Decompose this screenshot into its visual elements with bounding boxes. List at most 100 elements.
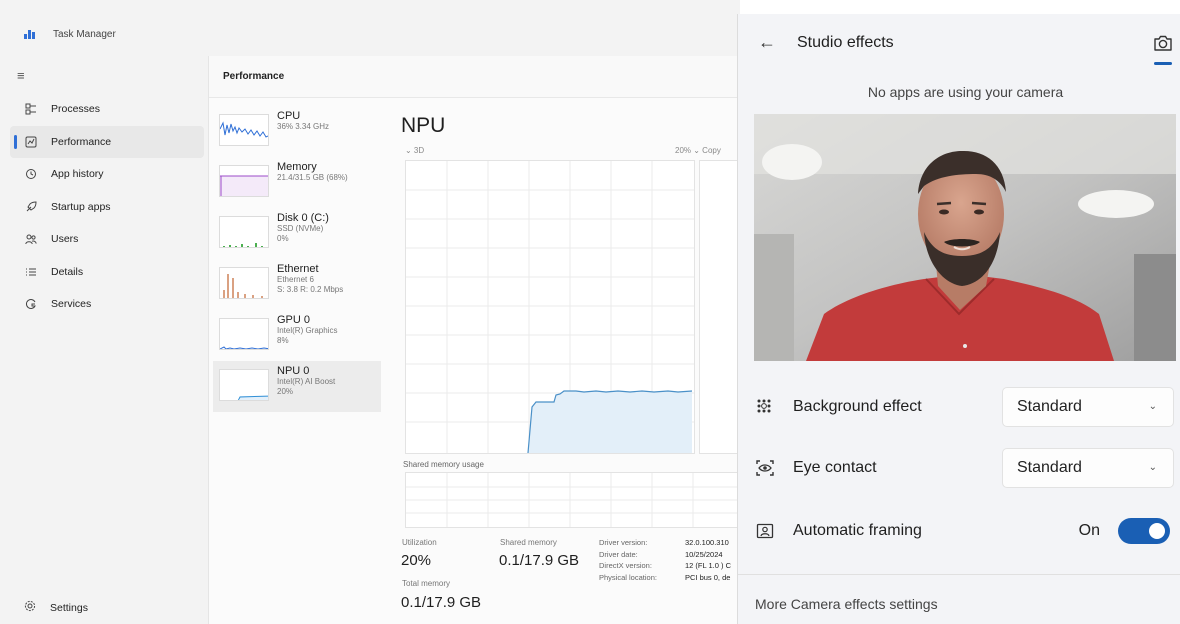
camera-tab-indicator (1154, 62, 1172, 65)
performance-icon (24, 135, 38, 149)
divider (738, 574, 1180, 575)
graph-copy-selector[interactable]: 20% ⌄ Copy (675, 146, 721, 155)
sidebar-item-label: Services (51, 298, 92, 311)
resource-sub1: Ethernet 6 (277, 275, 314, 284)
sidebar-nav: Processes Performance App history Startu… (10, 93, 204, 321)
page-title: Performance (209, 56, 740, 98)
app-history-icon (24, 167, 38, 181)
details-icon (24, 265, 38, 279)
sidebar-item-users[interactable]: Users (10, 223, 204, 256)
automatic-framing-row: Automatic framing On (754, 509, 1174, 553)
sidebar-item-label: Processes (51, 103, 101, 116)
camera-icon[interactable] (1152, 32, 1174, 54)
background-effect-label: Background effect (793, 398, 922, 415)
sidebar-item-app-history[interactable]: App history (10, 158, 204, 191)
title-bar: Task Manager (0, 14, 740, 54)
npu-thumbnail-graph (219, 369, 269, 401)
resource-item-npu[interactable]: NPU 0 Intel(R) AI Boost 20% (213, 361, 381, 412)
directx-version-value: 12 (FL 1.0 ) C (685, 561, 731, 570)
driver-date-label: Driver date: (599, 549, 638, 559)
resource-name: NPU 0 (277, 365, 310, 377)
gpu-thumbnail-graph (219, 318, 269, 350)
automatic-framing-icon (754, 520, 776, 542)
settings-label: Settings (50, 601, 88, 614)
total-memory-value: 0.1/17.9 GB (401, 594, 482, 611)
total-memory-label: Total memory (402, 579, 451, 588)
sidebar-item-label: Performance (51, 135, 112, 148)
window-title: Task Manager (53, 28, 116, 40)
resource-sub2: 8% (277, 336, 289, 345)
sidebar-item-label: Users (51, 233, 79, 246)
back-arrow-icon[interactable]: ← (758, 32, 776, 53)
automatic-framing-label: Automatic framing (793, 522, 922, 539)
background-effect-dropdown[interactable]: Standard ⌄ (1002, 387, 1174, 427)
processes-icon (24, 102, 38, 116)
detail-title: NPU (401, 114, 446, 137)
background-effect-row: Background effect Standard ⌄ (754, 385, 1174, 429)
shared-memory-usage-graph (405, 472, 740, 528)
background-effect-icon (754, 396, 776, 418)
memory-thumbnail-graph (219, 165, 269, 197)
studio-effects-header: ← Studio effects (738, 14, 1180, 74)
studio-effects-panel: ← Studio effects No apps are using your … (737, 14, 1180, 624)
eye-contact-label: Eye contact (793, 459, 877, 476)
settings-button[interactable]: Settings (24, 600, 88, 615)
sidebar-item-performance[interactable]: Performance (10, 125, 204, 158)
shared-memory-value: 0.1/17.9 GB (499, 552, 580, 569)
background-effect-value: Standard (1017, 398, 1082, 415)
eye-contact-icon (754, 457, 776, 479)
resource-item-ethernet[interactable]: Ethernet Ethernet 6 S: 3.8 R: 0.2 Mbps (213, 259, 381, 310)
physical-location-label: Physical location: (599, 572, 657, 582)
resource-sub2: 0% (277, 234, 289, 243)
ethernet-thumbnail-graph (219, 267, 269, 299)
toggle-knob (1149, 523, 1165, 539)
sidebar-item-label: Startup apps (51, 200, 111, 213)
sidebar-item-label: App history (51, 168, 104, 181)
resource-item-cpu[interactable]: CPU 36% 3.34 GHz (213, 106, 381, 157)
resource-sub1: Intel(R) AI Boost (277, 377, 336, 386)
resource-name: CPU (277, 110, 301, 122)
graph-engine-selector[interactable]: ⌄ 3D (405, 146, 424, 155)
resource-sub1: SSD (NVMe) (277, 224, 324, 233)
shared-memory-label: Shared memory (500, 538, 557, 547)
npu-copy-utilization-graph (699, 160, 740, 454)
automatic-framing-toggle[interactable] (1118, 518, 1170, 544)
driver-date-value: 10/25/2024 (685, 549, 723, 559)
sidebar-item-processes[interactable]: Processes (10, 93, 204, 126)
users-icon (24, 232, 38, 246)
panel-title: Studio effects (797, 34, 894, 51)
sidebar-item-startup-apps[interactable]: Startup apps (10, 191, 204, 224)
resource-name: GPU 0 (277, 314, 311, 326)
camera-preview (754, 114, 1176, 361)
task-manager-app-icon (24, 29, 37, 39)
resource-name: Disk 0 (C:) (277, 212, 329, 224)
resource-sub1: Intel(R) Graphics (277, 326, 338, 335)
resource-item-disk[interactable]: Disk 0 (C:) SSD (NVMe) 0% (213, 208, 381, 259)
hamburger-menu-icon[interactable]: ≡ (17, 68, 25, 83)
resource-sub2: 20% (277, 387, 294, 396)
sidebar-item-details[interactable]: Details (10, 256, 204, 289)
resource-item-memory[interactable]: Memory 21.4/31.5 GB (68%) (213, 157, 381, 208)
driver-info-labels: Driver version: Driver date: DirectX ver… (599, 537, 657, 583)
directx-version-label: DirectX version: (599, 561, 652, 570)
automatic-framing-state: On (1078, 522, 1100, 539)
resource-list: CPU 36% 3.34 GHz Memory 21.4/31.5 GB (68… (213, 106, 381, 412)
sidebar-item-services[interactable]: Services (10, 288, 204, 321)
driver-info-values: 32.0.100.310 10/25/2024 12 (FL 1.0 ) C P… (685, 537, 731, 583)
resource-sub2: S: 3.8 R: 0.2 Mbps (277, 285, 344, 294)
resource-sub1: 21.4/31.5 GB (68%) (277, 173, 348, 182)
resource-sub1: 36% 3.34 GHz (277, 122, 330, 131)
startup-apps-icon (24, 200, 38, 214)
eye-contact-dropdown[interactable]: Standard ⌄ (1002, 448, 1174, 488)
chevron-down-icon: ⌄ (1148, 462, 1157, 473)
camera-status-text: No apps are using your camera (867, 84, 1064, 100)
physical-location-value: PCI bus 0, de (685, 572, 731, 582)
resource-item-gpu[interactable]: GPU 0 Intel(R) Graphics 8% (213, 310, 381, 361)
shared-memory-usage-label: Shared memory usage (403, 460, 484, 469)
task-manager-window: Task Manager ≡ Processes Performance App… (0, 0, 740, 624)
utilization-label: Utilization (402, 538, 437, 547)
driver-version-label: Driver version: (599, 538, 648, 547)
disk-thumbnail-graph (219, 216, 269, 248)
eye-contact-value: Standard (1017, 459, 1082, 476)
more-camera-effects-link[interactable]: More Camera effects settings (755, 596, 938, 612)
